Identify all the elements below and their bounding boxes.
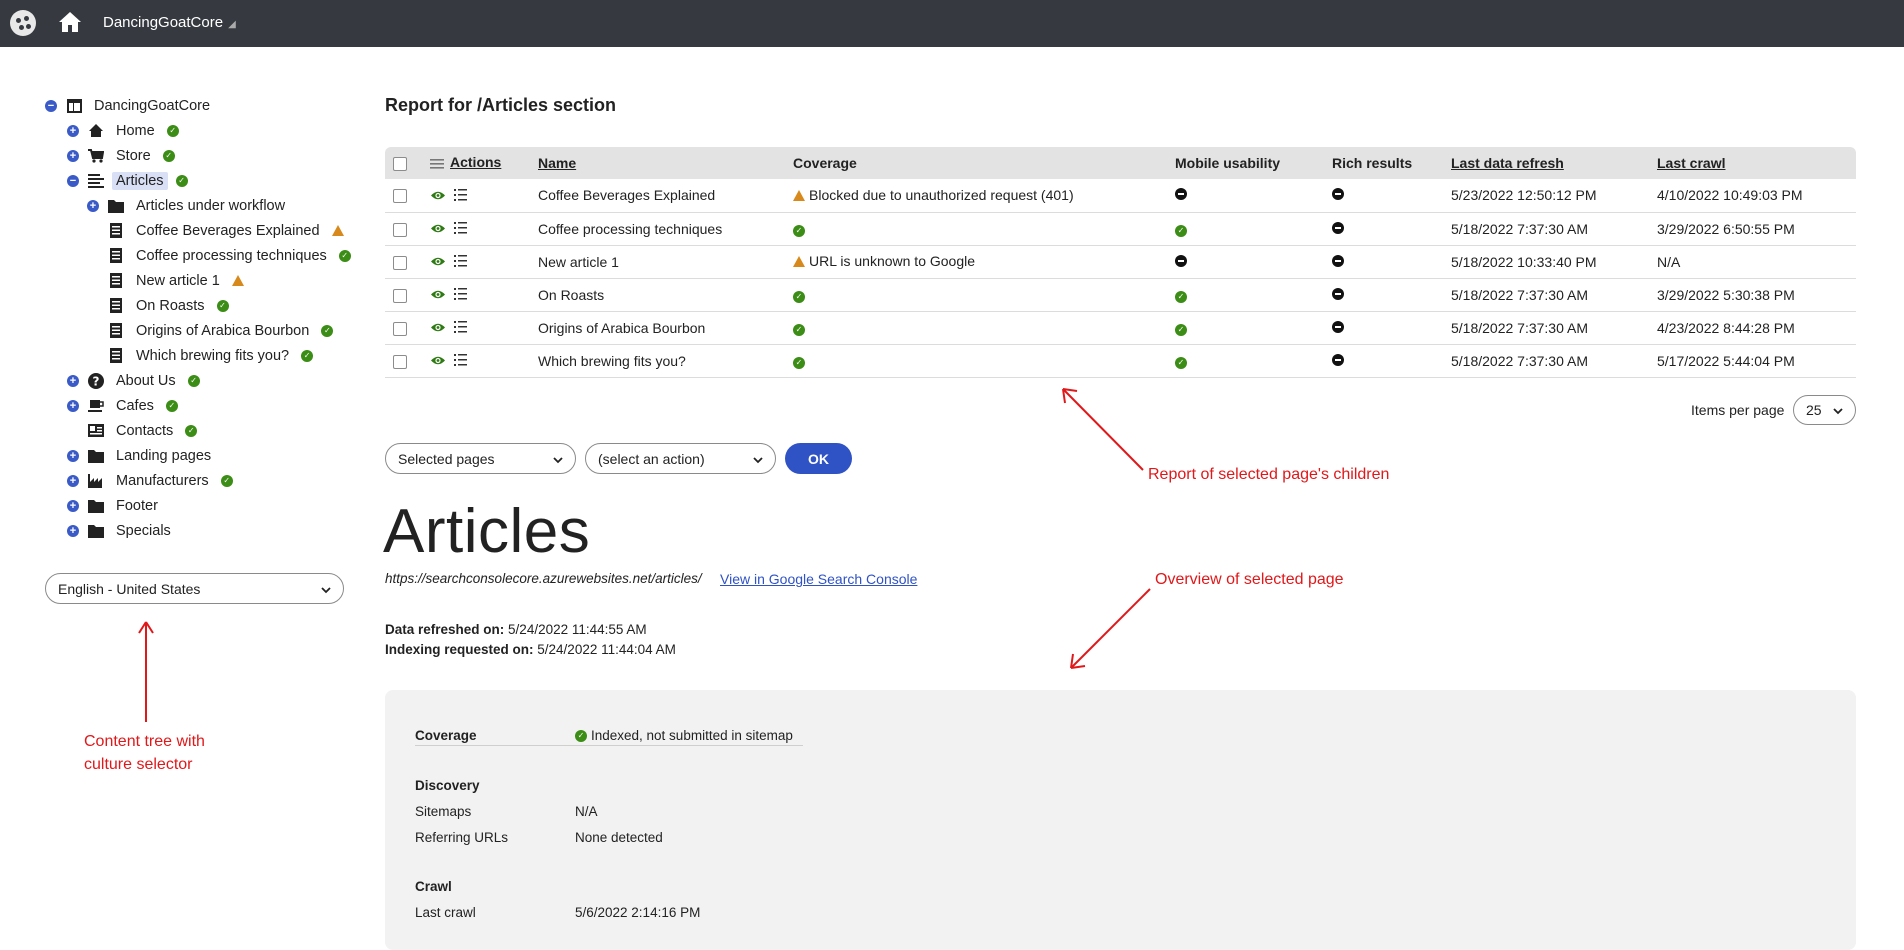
- annotation-arrows: [138, 388, 1151, 722]
- arrow-report: [1062, 388, 1144, 471]
- arrow-overview: [1070, 588, 1151, 669]
